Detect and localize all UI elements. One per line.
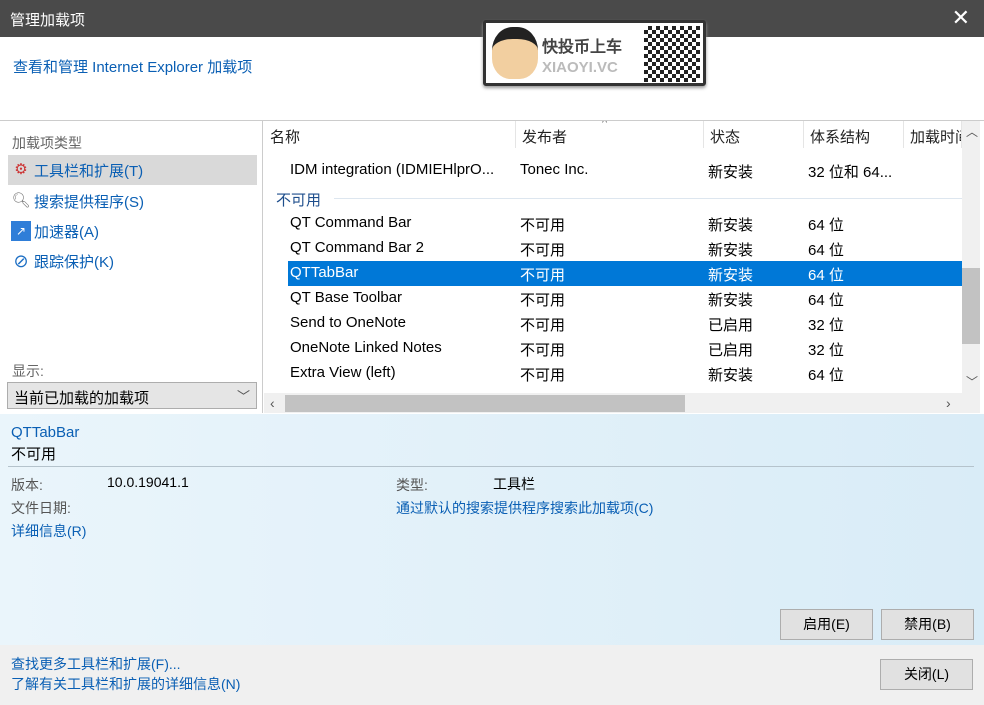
scroll-left-icon[interactable]: ‹ (270, 395, 275, 411)
cell-publisher: 不可用 (520, 367, 566, 384)
table-row[interactable]: QT Command Bar 不可用 新安装 64 位 (288, 211, 962, 236)
sort-ascending-icon: ^ (602, 121, 608, 129)
table-row[interactable]: QT Base Toolbar 不可用 新安装 64 位 (288, 286, 962, 311)
cell-name: Send to OneNote (290, 314, 406, 331)
search-icon: 🔍︎ (11, 192, 31, 209)
vertical-scrollbar[interactable]: ︿ ﹀ (962, 121, 980, 393)
horizontal-scroll-thumb[interactable] (285, 395, 685, 412)
cell-arch: 64 位 (808, 367, 844, 384)
version-label: 版本: (11, 477, 43, 493)
version-value: 10.0.19041.1 (107, 474, 189, 490)
category-toolbars-extensions[interactable]: ⚙ 工具栏和扩展(T) (8, 155, 257, 185)
watermark-logo: 快投币上车 XIAOYI.VC (483, 20, 706, 86)
cell-publisher: 不可用 (520, 217, 566, 234)
cell-publisher: 不可用 (520, 342, 566, 359)
header-description: 查看和管理 Internet Explorer 加载项 (13, 59, 253, 76)
close-button[interactable]: 关闭(L) (880, 659, 973, 690)
category-label: 搜索提供程序(S) (34, 193, 144, 211)
scroll-right-icon[interactable]: › (946, 395, 951, 411)
cell-publisher: 不可用 (520, 292, 566, 309)
column-header-architecture[interactable]: 体系结构 (804, 121, 904, 148)
learn-more-link[interactable]: 了解有关工具栏和扩展的详细信息(N) (11, 674, 240, 694)
cell-name: QT Command Bar (290, 214, 412, 231)
cell-name: Extra View (left) (290, 364, 396, 381)
table-row[interactable]: IDM integration (IDMIEHlprO... Tonec Inc… (288, 158, 962, 183)
category-label: 工具栏和扩展(T) (34, 162, 144, 180)
footer: 查找更多工具栏和扩展(F)... 了解有关工具栏和扩展的详细信息(N) 关闭(L… (0, 645, 984, 705)
close-icon[interactable]: ✕ (952, 5, 970, 31)
cell-status: 新安装 (708, 242, 754, 259)
cell-architecture: 32 位和 64... (808, 164, 893, 181)
cell-status: 新安装 (708, 267, 754, 284)
column-header-name[interactable]: 名称 (264, 121, 516, 148)
category-label: 跟踪保护(K) (34, 253, 114, 271)
group-header: 不可用 (276, 192, 322, 209)
addon-types-heading: 加载项类型 (12, 135, 82, 151)
details-pane: QTTabBar 不可用 版本: 10.0.19041.1 文件日期: 详细信息… (0, 414, 984, 645)
table-row[interactable]: Extra View (left) 不可用 新安装 64 位 (288, 361, 962, 386)
cell-arch: 64 位 (808, 242, 844, 259)
column-header-publisher[interactable]: 发布者 (516, 121, 704, 148)
cell-arch: 64 位 (808, 217, 844, 234)
group-divider (334, 198, 962, 199)
show-value: 当前已加载的加载项 (14, 390, 150, 407)
enable-button[interactable]: 启用(E) (780, 609, 873, 640)
cell-arch: 32 位 (808, 342, 844, 359)
chevron-down-icon: ﹀ (236, 389, 250, 404)
find-more-link[interactable]: 查找更多工具栏和扩展(F)... (11, 654, 181, 674)
scroll-down-icon[interactable]: ﹀ (966, 373, 978, 390)
cell-name: QT Command Bar 2 (290, 239, 424, 256)
addon-type-pane: 加载项类型 ⚙ 工具栏和扩展(T) 🔍︎ 搜索提供程序(S) ↗ 加速器(A) ⊘ 跟踪… (0, 121, 263, 413)
search-addon-link[interactable]: 通过默认的搜索提供程序搜索此加载项(C) (396, 498, 653, 518)
cell-status: 新安装 (708, 164, 754, 181)
column-header-status[interactable]: 状态 (704, 121, 804, 148)
cell-status: 新安装 (708, 292, 754, 309)
selected-addon-name: QTTabBar (11, 424, 80, 441)
gear-blocked-icon: ⚙ (14, 161, 28, 178)
show-label: 显示: (12, 363, 44, 379)
table-row[interactable]: Send to OneNote 不可用 已启用 32 位 (288, 311, 962, 336)
vertical-scroll-thumb[interactable] (962, 268, 980, 344)
cell-arch: 64 位 (808, 292, 844, 309)
window-title: 管理加载项 (10, 12, 86, 29)
cell-publisher: 不可用 (520, 267, 566, 284)
category-label: 加速器(A) (34, 223, 99, 241)
block-icon: ⊘ (13, 251, 29, 271)
table-row[interactable]: OneNote Linked Notes 不可用 已启用 32 位 (288, 336, 962, 361)
cell-arch: 64 位 (808, 267, 844, 284)
cell-name: IDM integration (IDMIEHlprO... (290, 161, 495, 178)
cell-name: OneNote Linked Notes (290, 339, 442, 356)
selected-addon-publisher: 不可用 (11, 446, 57, 463)
cell-publisher: 不可用 (520, 317, 566, 334)
accelerator-icon: ↗ (11, 221, 31, 241)
cell-arch: 32 位 (808, 317, 844, 334)
avatar (492, 27, 538, 79)
cell-status: 已启用 (708, 342, 754, 359)
addon-list: 名称 发布者 ^ 状态 体系结构 加载时间 IDM integration (I… (264, 121, 984, 413)
cell-status: 已启用 (708, 317, 754, 334)
category-accelerators[interactable]: ↗ 加速器(A) (8, 216, 257, 246)
column-header-load-time[interactable]: 加载时间 (904, 121, 962, 148)
scroll-up-icon[interactable]: ︿ (966, 123, 978, 140)
type-value: 工具栏 (493, 476, 535, 492)
cell-status: 新安装 (708, 367, 754, 384)
category-tracking-protection[interactable]: ⊘ 跟踪保护(K) (8, 246, 257, 276)
category-search-providers[interactable]: 🔍︎ 搜索提供程序(S) (8, 186, 257, 216)
cell-publisher: Tonec Inc. (520, 161, 589, 178)
type-label: 类型: (396, 477, 428, 493)
divider (8, 466, 974, 467)
show-dropdown[interactable]: 当前已加载的加载项 ﹀ (7, 382, 257, 409)
table-row[interactable]: QT Command Bar 2 不可用 新安装 64 位 (288, 236, 962, 261)
more-info-link[interactable]: 详细信息(R) (11, 521, 86, 541)
cell-status: 新安装 (708, 217, 754, 234)
qr-code (644, 26, 700, 82)
table-row[interactable]: QTTabBar 不可用 新安装 64 位 (288, 261, 962, 286)
watermark-url: XIAOYI.VC (542, 59, 618, 76)
cell-publisher: 不可用 (520, 242, 566, 259)
watermark-text: 快投币上车 (542, 39, 623, 56)
cell-name: QTTabBar (290, 264, 359, 281)
cell-name: QT Base Toolbar (290, 289, 403, 306)
file-date-label: 文件日期: (11, 500, 71, 516)
disable-button[interactable]: 禁用(B) (881, 609, 974, 640)
